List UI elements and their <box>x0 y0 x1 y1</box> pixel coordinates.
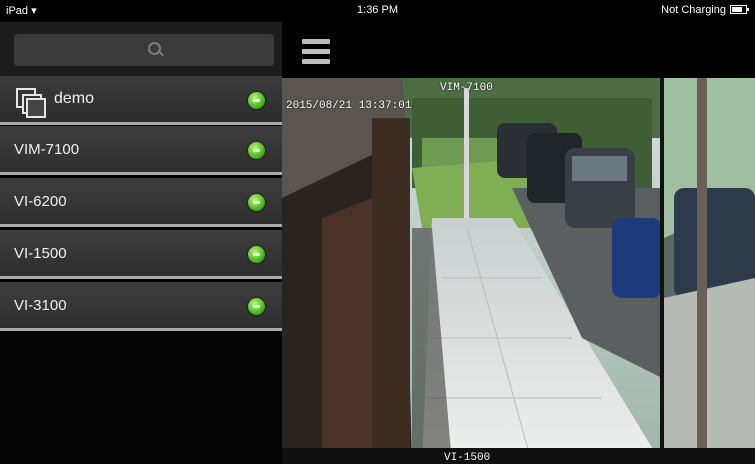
search-icon <box>148 42 161 55</box>
camera-sidebar: demo VIM-7100 VI-6200 VI-1500 VI-3100 <box>0 22 282 464</box>
sidebar-item-demo[interactable]: demo <box>0 76 282 125</box>
battery-status: Not Charging <box>661 4 749 16</box>
sidebar-item-vi-6200[interactable]: VI-6200 <box>0 178 282 227</box>
sidebar-item-label: VI-6200 <box>14 193 67 210</box>
clock: 1:36 PM <box>357 4 398 16</box>
camera-name-overlay: VIM-7100 <box>440 82 493 94</box>
online-status-icon <box>248 194 265 211</box>
online-status-icon <box>248 298 265 315</box>
sidebar-item-vi-1500[interactable]: VI-1500 <box>0 230 282 279</box>
sidebar-item-label: VIM-7100 <box>14 141 80 158</box>
timestamp-overlay: 2015/08/21 13:37:01 <box>286 100 412 112</box>
video-frame <box>282 78 755 464</box>
sidebar-item-label: VI-1500 <box>14 245 67 262</box>
sidebar-item-vim-7100[interactable]: VIM-7100 <box>0 126 282 175</box>
sidebar-item-label: demo <box>54 90 95 107</box>
multi-window-icon <box>14 86 46 118</box>
camera-video-feed[interactable]: VIM-7100 2015/08/21 13:37:01 VI-1500 <box>282 78 755 464</box>
top-toolbar <box>282 22 755 78</box>
online-status-icon <box>248 92 265 109</box>
battery-icon <box>730 5 749 14</box>
search-input[interactable] <box>14 34 274 66</box>
sidebar-item-vi-3100[interactable]: VI-3100 <box>0 282 282 331</box>
online-status-icon <box>248 246 265 263</box>
online-status-icon <box>248 142 265 159</box>
sidebar-item-label: VI-3100 <box>14 297 67 314</box>
menu-icon[interactable] <box>302 39 330 65</box>
search-bar <box>0 22 282 76</box>
status-bar: iPad ▾ 1:36 PM Not Charging <box>0 0 755 22</box>
next-camera-name-overlay: VI-1500 <box>444 452 491 464</box>
